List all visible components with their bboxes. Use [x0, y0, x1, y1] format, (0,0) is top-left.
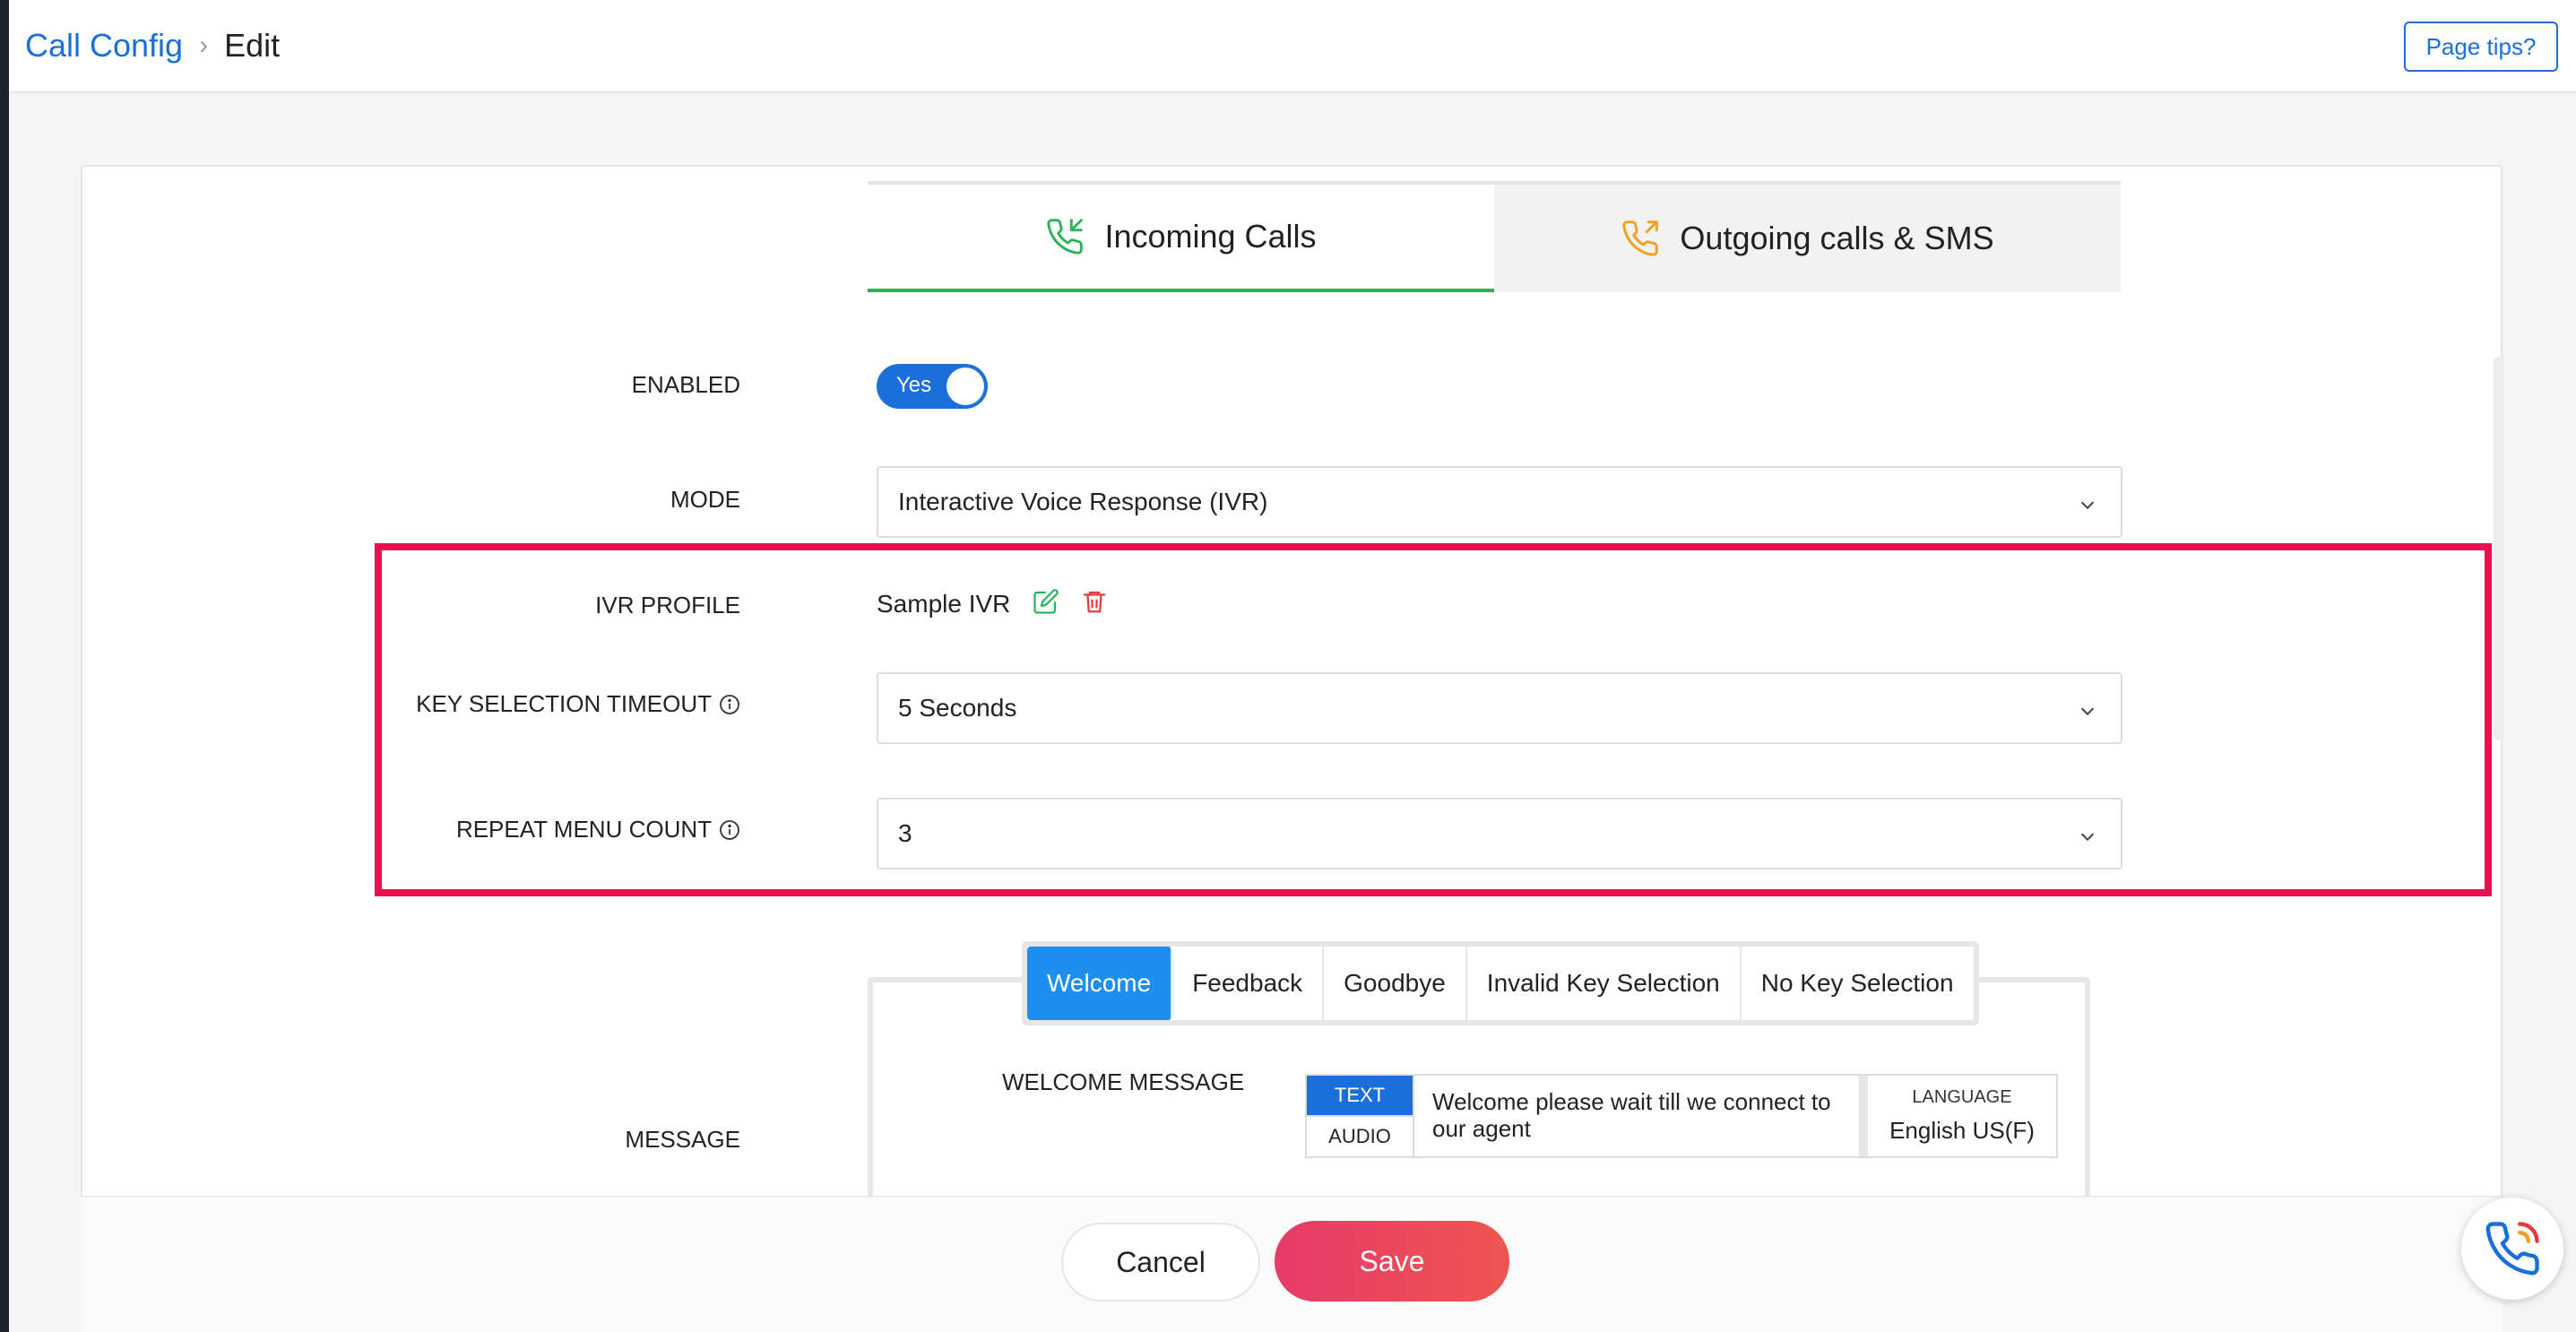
- message-type-switch: TEXT AUDIO: [1307, 1076, 1414, 1156]
- welcome-message-text[interactable]: Welcome please wait till we connect to o…: [1414, 1076, 1868, 1156]
- tab-incoming-label: Incoming Calls: [1104, 218, 1317, 255]
- key-timeout-label: KEY SELECTION TIMEOUT: [416, 690, 740, 718]
- type-text-button[interactable]: TEXT: [1307, 1076, 1413, 1115]
- message-label-text: MESSAGE: [625, 1126, 740, 1153]
- app-window: Call Config › Edit Page tips? Incoming C…: [9, 0, 2576, 1332]
- type-audio-button[interactable]: AUDIO: [1307, 1115, 1413, 1156]
- key-timeout-value: 5 Seconds: [898, 694, 1017, 722]
- tab-outgoing-calls[interactable]: Outgoing calls & SMS: [1494, 181, 2121, 292]
- scrollbar[interactable]: [2494, 357, 2504, 740]
- toggle-knob: [947, 368, 984, 405]
- toggle-text: Yes: [896, 373, 932, 397]
- header-bar: Call Config › Edit Page tips?: [9, 0, 2576, 93]
- language-label: LANGUAGE: [1912, 1087, 2012, 1107]
- outgoing-call-icon: [1622, 221, 1659, 256]
- tab-incoming-calls[interactable]: Incoming Calls: [868, 181, 1494, 292]
- language-select[interactable]: LANGUAGE English US(F): [1868, 1076, 2056, 1156]
- key-timeout-label-text: KEY SELECTION TIMEOUT: [416, 690, 712, 717]
- breadcrumb-call-config[interactable]: Call Config: [25, 27, 183, 65]
- mode-label: MODE: [670, 486, 740, 514]
- mode-label-text: MODE: [670, 486, 740, 513]
- repeat-menu-value: 3: [898, 819, 912, 847]
- enabled-toggle[interactable]: Yes: [877, 364, 988, 409]
- mode-select-value: Interactive Voice Response (IVR): [898, 488, 1268, 515]
- repeat-menu-label: REPEAT MENU COUNT: [456, 816, 740, 843]
- language-value: English US(F): [1889, 1117, 2035, 1144]
- ivr-profile-label-text: IVR PROFILE: [595, 592, 740, 618]
- breadcrumb-separator: ›: [199, 30, 209, 60]
- tab-feedback[interactable]: Feedback: [1172, 947, 1325, 1020]
- ivr-profile-label: IVR PROFILE: [595, 592, 740, 619]
- save-button[interactable]: Save: [1275, 1221, 1509, 1302]
- enabled-label: ENABLED: [632, 371, 740, 399]
- call-widget-button[interactable]: [2461, 1198, 2563, 1300]
- tab-no-key-selection[interactable]: No Key Selection: [1741, 947, 1974, 1020]
- chevron-down-icon: [2080, 833, 2095, 842]
- edit-icon[interactable]: [1033, 588, 1059, 615]
- footer-bar: Cancel Save: [81, 1196, 2503, 1332]
- breadcrumb: Call Config › Edit: [25, 27, 280, 65]
- repeat-menu-select[interactable]: 3: [877, 798, 2122, 869]
- breadcrumb-current: Edit: [224, 27, 281, 64]
- info-icon[interactable]: [719, 694, 740, 715]
- config-card: Incoming Calls Outgoing calls & SMS ENAB…: [81, 165, 2503, 1223]
- tab-outgoing-label: Outgoing calls & SMS: [1680, 220, 1994, 256]
- page-tips-button[interactable]: Page tips?: [2404, 22, 2558, 72]
- welcome-message-label: WELCOME MESSAGE: [1002, 1068, 1245, 1095]
- cancel-button[interactable]: Cancel: [1061, 1223, 1260, 1302]
- repeat-menu-label-text: REPEAT MENU COUNT: [455, 816, 712, 843]
- info-icon[interactable]: [719, 819, 740, 841]
- tab-goodbye[interactable]: Goodbye: [1324, 947, 1467, 1020]
- ivr-profile-name: Sample IVR: [877, 590, 1011, 618]
- message-tabs: Welcome Feedback Goodbye Invalid Key Sel…: [1022, 941, 1979, 1025]
- chevron-down-icon: [2080, 707, 2095, 716]
- welcome-message-editor: TEXT AUDIO Welcome please wait till we c…: [1305, 1074, 2058, 1158]
- tab-welcome[interactable]: Welcome: [1027, 947, 1173, 1020]
- chevron-down-icon: [2080, 501, 2095, 510]
- phone-ringing-icon: [2485, 1222, 2539, 1276]
- incoming-call-icon: [1047, 219, 1084, 255]
- mode-select[interactable]: Interactive Voice Response (IVR): [877, 466, 2122, 538]
- enabled-label-text: ENABLED: [631, 371, 740, 398]
- message-label: MESSAGE: [625, 1126, 740, 1154]
- call-type-tabs: Incoming Calls Outgoing calls & SMS: [868, 181, 2121, 292]
- trash-icon[interactable]: [1081, 588, 1108, 615]
- tab-invalid-key-selection[interactable]: Invalid Key Selection: [1466, 947, 1742, 1020]
- key-timeout-select[interactable]: 5 Seconds: [877, 672, 2122, 744]
